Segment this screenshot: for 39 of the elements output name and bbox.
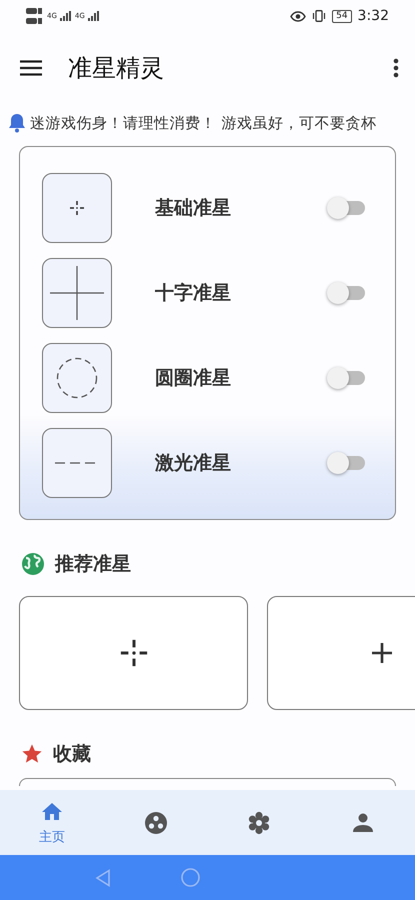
circles-icon (144, 810, 168, 834)
toggle-switch[interactable] (327, 367, 365, 389)
eye-icon (290, 10, 306, 22)
section-title: 收藏 (53, 742, 91, 767)
crosshair-preview[interactable] (42, 343, 112, 413)
app-title: 准星精灵 (68, 53, 165, 84)
crosshair-icon (50, 266, 104, 320)
crosshair-icon (118, 638, 148, 668)
star-icon (21, 743, 43, 765)
notice-marquee: 迷游戏伤身！请理性消费！ 游戏虽好，可不要贪杯 (30, 114, 376, 132)
crosshair-preview[interactable] (42, 258, 112, 328)
crosshair-label: 十字准星 (155, 281, 232, 306)
toggle-switch[interactable] (327, 452, 365, 474)
toggle-switch[interactable] (327, 197, 365, 219)
crosshair-preview[interactable] (42, 428, 112, 498)
section-title: 推荐准星 (55, 552, 131, 577)
clock-time: 3:32 (358, 8, 389, 24)
person-icon (351, 810, 376, 834)
crosshair-label: 基础准星 (155, 196, 232, 221)
crosshair-label: 激光准星 (155, 451, 232, 476)
signal-icon (60, 11, 72, 21)
crosshair-preview[interactable] (42, 173, 112, 243)
globe-icon (21, 552, 45, 576)
battery-level: 54 (332, 10, 352, 22)
crosshair-icon (56, 357, 98, 399)
favorite-card[interactable] (19, 778, 396, 786)
menu-icon[interactable] (20, 60, 42, 76)
flower-icon (247, 810, 272, 834)
toggle-switch[interactable] (327, 282, 365, 304)
nav-tab[interactable]: 主页 (0, 790, 104, 855)
crosshair-card[interactable] (19, 596, 248, 710)
crosshair-label: 圆圈准星 (155, 366, 232, 391)
crosshair-icon (370, 642, 392, 664)
bell-icon (8, 113, 26, 133)
signal-icon (88, 11, 100, 21)
vibrate-icon (312, 10, 326, 22)
crosshair-icon (69, 200, 85, 216)
sim-icon (26, 6, 44, 26)
more-options-icon[interactable] (393, 58, 399, 78)
